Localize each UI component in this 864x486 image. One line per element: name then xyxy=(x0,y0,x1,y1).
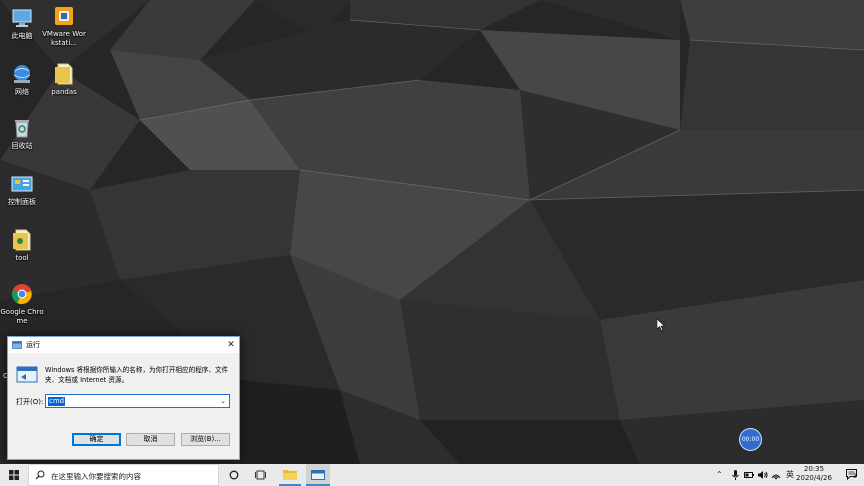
desktop-icon-label: pandas xyxy=(51,88,77,96)
ok-button[interactable]: 确定 xyxy=(72,433,121,446)
folder-icon xyxy=(13,229,31,251)
windows-logo-icon xyxy=(9,470,19,480)
browse-button[interactable]: 浏览(B)... xyxy=(181,433,230,446)
cortana-circle-icon xyxy=(229,470,239,480)
desktop-icon-label: 回收站 xyxy=(11,142,33,150)
control-panel-icon xyxy=(11,176,33,192)
run-icon xyxy=(12,341,22,349)
desktop-icon-label: VMware Workstati... xyxy=(42,30,86,47)
open-input-value: cmd xyxy=(48,397,66,406)
cancel-button[interactable]: 取消 xyxy=(126,433,175,446)
desktop-icon-label: Google Chrome xyxy=(0,308,44,325)
desktop-icon-recycle-bin[interactable]: 回收站 xyxy=(0,116,44,151)
system-tray: ⌃ 英 20:35 2020/4/26 3 xyxy=(704,464,864,486)
volume-icon[interactable] xyxy=(758,470,768,480)
microphone-icon[interactable] xyxy=(732,470,739,480)
dialog-title: 运行 xyxy=(26,341,40,349)
mouse-cursor-icon xyxy=(657,319,665,331)
task-view-button[interactable] xyxy=(252,464,268,486)
ime-indicator[interactable]: 英 xyxy=(786,469,794,480)
chevron-up-icon[interactable]: ⌃ xyxy=(716,470,723,479)
wifi-icon[interactable] xyxy=(771,470,781,480)
start-button[interactable] xyxy=(0,464,28,486)
run-icon xyxy=(311,470,325,480)
vmware-icon xyxy=(55,7,73,25)
taskbar-file-explorer[interactable] xyxy=(279,464,301,486)
desktop-icon-tool[interactable]: tool xyxy=(0,228,44,263)
desktop-icon-chrome[interactable]: Google Chrome xyxy=(0,282,44,326)
desktop-icon-label: 此电脑 xyxy=(11,32,33,40)
open-input[interactable]: cmd ⌄ xyxy=(45,394,230,408)
floating-timer-button[interactable]: 00:00 xyxy=(739,428,762,451)
folder-icon xyxy=(283,470,297,480)
search-icon xyxy=(35,470,45,480)
desktop-icon-vmware[interactable]: VMware Workstati... xyxy=(42,4,86,48)
recycle-bin-icon xyxy=(15,120,29,138)
desktop-icon-control-panel[interactable]: 控制面板 xyxy=(0,172,44,207)
chevron-down-icon[interactable]: ⌄ xyxy=(220,397,226,405)
run-program-icon xyxy=(16,366,38,383)
cortana-button[interactable] xyxy=(226,464,242,486)
dialog-titlebar[interactable]: 运行 ✕ xyxy=(8,337,239,353)
taskbar-search-box[interactable]: 在这里输入你要搜索的内容 xyxy=(28,464,219,486)
open-label: 打开(O): xyxy=(16,398,44,406)
task-view-icon xyxy=(255,470,266,480)
desktop-icon-label: tool xyxy=(15,254,29,262)
run-dialog[interactable]: 运行 ✕ Windows 将根据你所输入的名称，为你打开相应的程序、文件夹、文档… xyxy=(7,336,240,460)
taskbar: 在这里输入你要搜索的内容 ⌃ 英 20:35 2020/4/26 3 xyxy=(0,464,864,486)
network-icon xyxy=(13,65,31,83)
chrome-icon xyxy=(12,284,32,305)
dialog-description: Windows 将根据你所输入的名称，为你打开相应的程序、文件夹、文档或 Int… xyxy=(45,366,229,384)
action-center-button[interactable]: 3 xyxy=(846,469,858,482)
battery-icon[interactable] xyxy=(744,472,754,478)
this-pc-icon xyxy=(12,9,32,27)
desktop-icon-pandas[interactable]: pandas xyxy=(42,62,86,97)
desktop-icon-label: 控制面板 xyxy=(8,198,36,206)
close-button[interactable]: ✕ xyxy=(223,337,239,353)
folder-icon xyxy=(55,63,73,85)
taskbar-clock[interactable]: 20:35 2020/4/26 xyxy=(794,465,834,483)
taskbar-run-app[interactable] xyxy=(306,464,330,486)
clock-date: 2020/4/26 xyxy=(796,474,832,482)
clock-time: 20:35 xyxy=(803,465,825,473)
notification-count-badge: 3 xyxy=(853,473,857,480)
desktop-icon-label: 网络 xyxy=(15,88,29,96)
desktop-icon-network[interactable]: 网络 xyxy=(0,62,44,97)
desktop-icon-this-pc[interactable]: 此电脑 xyxy=(0,6,44,41)
search-placeholder: 在这里输入你要搜索的内容 xyxy=(51,472,141,481)
